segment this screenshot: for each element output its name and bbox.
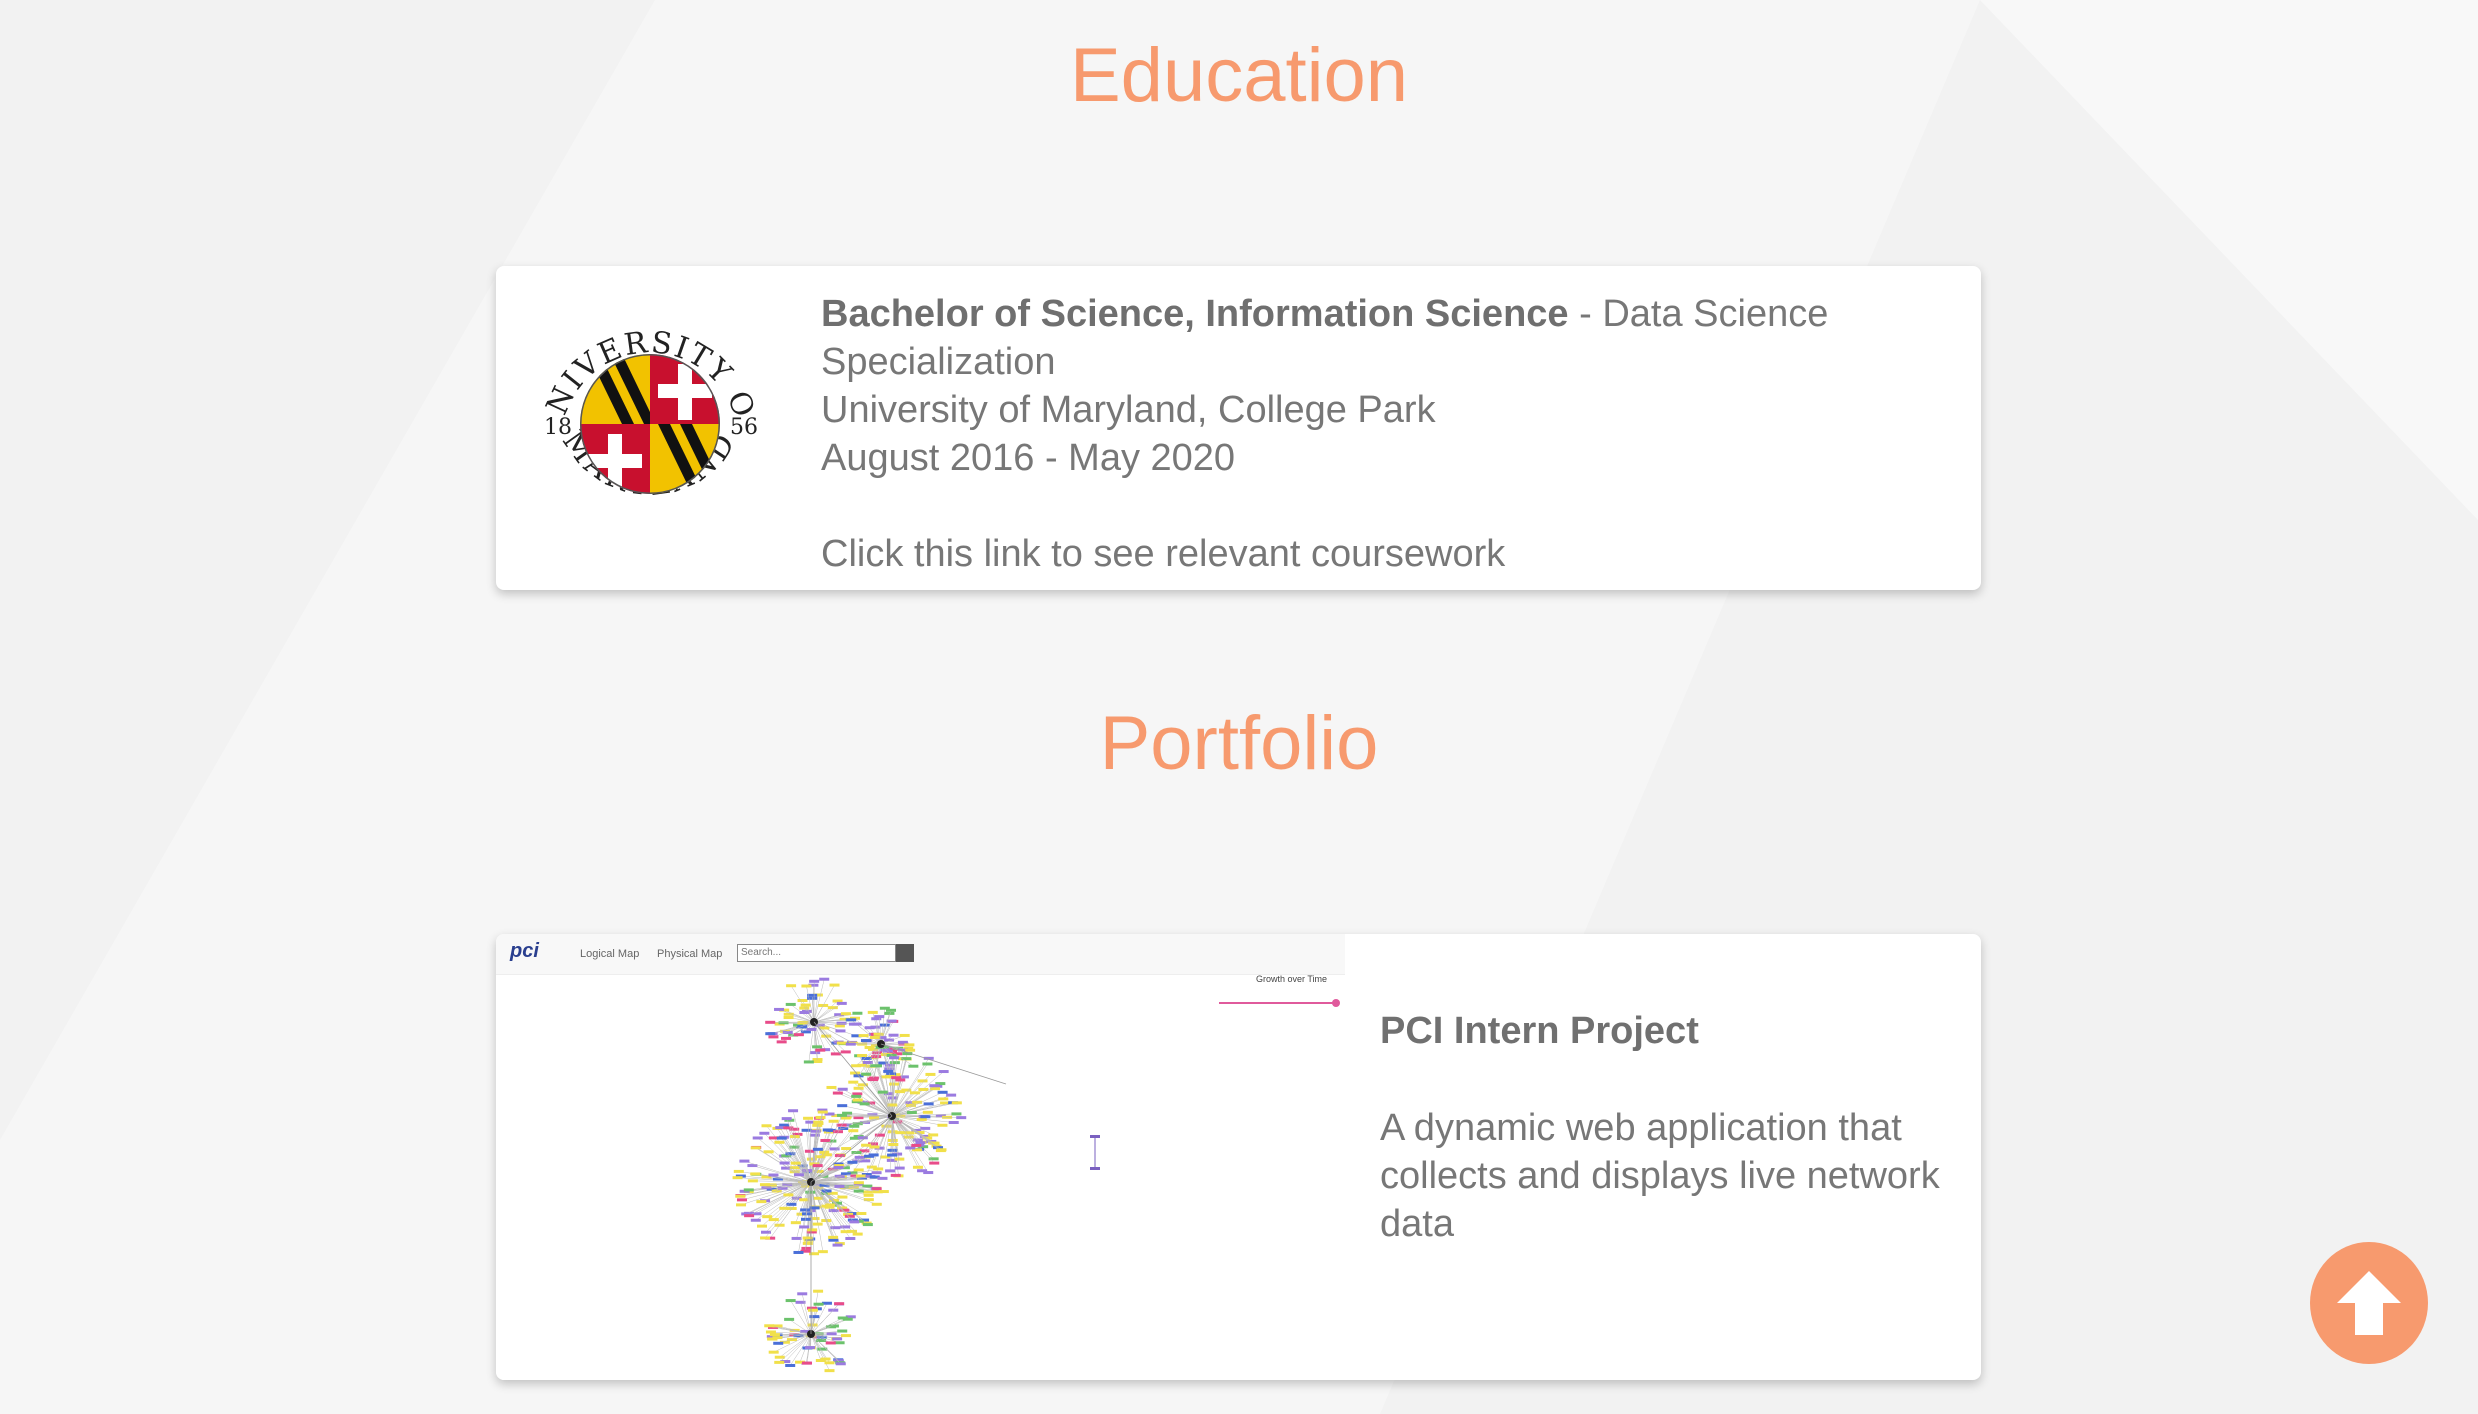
- degree-line: Bachelor of Science, Information Science…: [821, 290, 1941, 386]
- project-screenshot: pci Logical Map Physical Map Search... G…: [496, 934, 1345, 1380]
- seal-year-right: 56: [730, 415, 758, 440]
- degree-title: Bachelor of Science, Information Science: [821, 293, 1569, 335]
- school-name: University of Maryland, College Park: [821, 389, 1436, 431]
- seal-year-left: 18: [544, 415, 572, 440]
- scroll-to-top-button[interactable]: [2310, 1242, 2428, 1364]
- coursework-link[interactable]: Click this link to see relevant coursewo…: [821, 533, 1505, 575]
- education-heading: Education: [1069, 33, 1409, 118]
- project-card[interactable]: pci Logical Map Physical Map Search... G…: [496, 934, 1981, 1380]
- education-card: UNIVERSITY OF MARYLAND 18 56: [496, 266, 1981, 590]
- university-seal-logo: UNIVERSITY OF MARYLAND 18 56: [530, 294, 760, 503]
- network-graph-image: [732, 977, 1340, 1373]
- attendance-dates: August 2016 - May 2020: [821, 437, 1236, 479]
- arrow-up-icon: [2337, 1271, 2401, 1335]
- education-details: Bachelor of Science, Information Science…: [821, 290, 1941, 578]
- project-description: A dynamic web application that collects …: [1380, 1107, 1940, 1245]
- portfolio-heading: Portfolio: [1099, 701, 1379, 786]
- project-title: PCI Intern Project: [1380, 1010, 1699, 1052]
